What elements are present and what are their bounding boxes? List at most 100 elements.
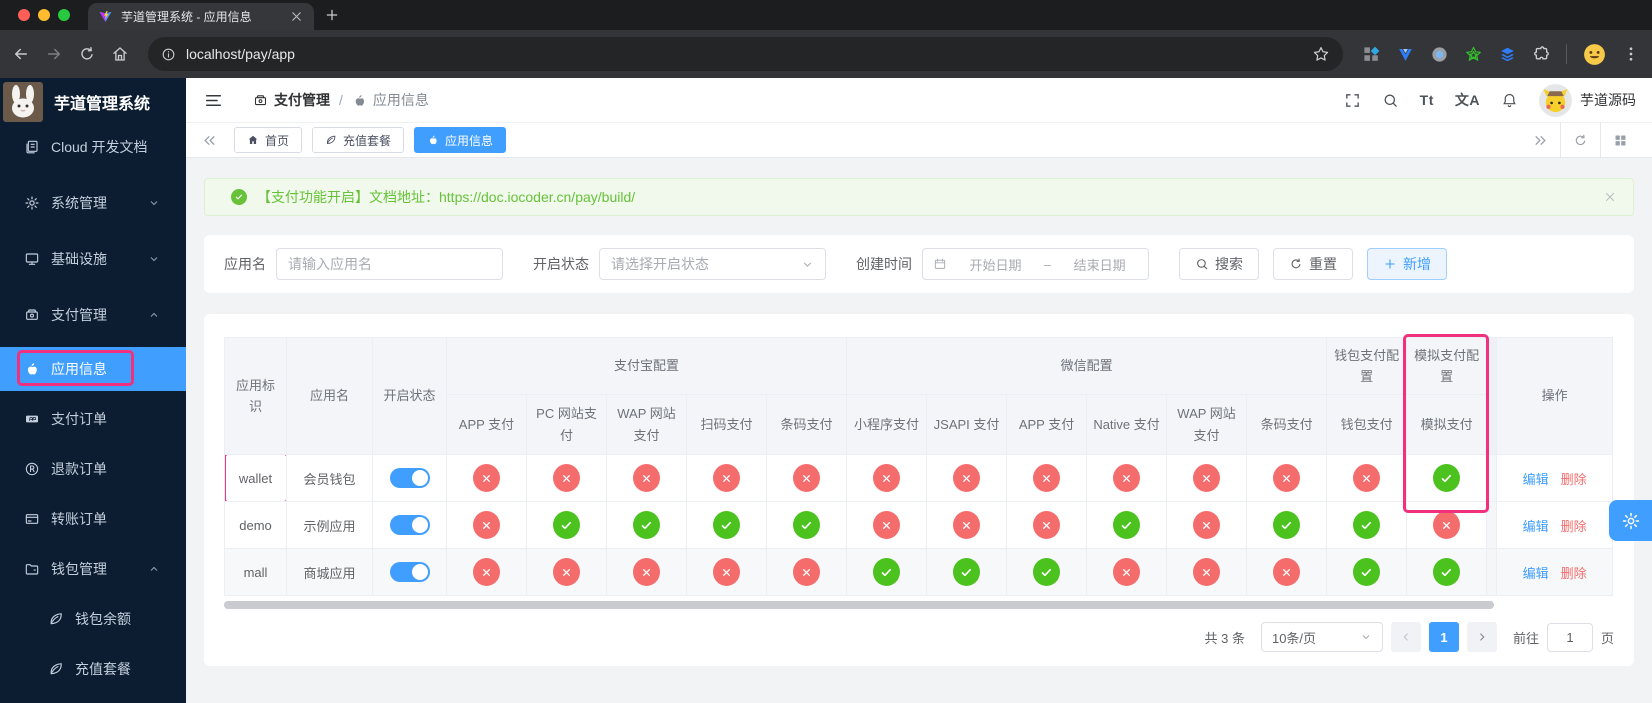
- tab-充值套餐[interactable]: 充值套餐: [312, 127, 404, 153]
- enabled-toggle[interactable]: [390, 515, 430, 535]
- tabs-scroll-left-icon[interactable]: [202, 133, 217, 148]
- search-icon[interactable]: [1382, 92, 1399, 109]
- card-icon: [24, 511, 40, 527]
- bookmark-icon[interactable]: [1312, 45, 1330, 63]
- sidebar-item-支付管理[interactable]: 支付管理: [0, 291, 186, 339]
- sidebar-item-钱包管理[interactable]: 钱包管理: [0, 547, 186, 591]
- breadcrumb-app-info[interactable]: 应用信息: [352, 90, 429, 110]
- main-area: 支付管理 / 应用信息 Tt 文A 芋道源码: [186, 78, 1652, 703]
- window-zoom-button[interactable]: [58, 9, 70, 21]
- tab-应用信息[interactable]: 应用信息: [414, 127, 506, 153]
- delete-link[interactable]: 删除: [1561, 566, 1587, 581]
- tab-首页[interactable]: 首页: [234, 127, 302, 153]
- browser-tab[interactable]: 芋道管理系统 - 应用信息: [88, 3, 314, 30]
- delete-link[interactable]: 删除: [1561, 472, 1587, 487]
- theme-settings-button[interactable]: [1609, 500, 1652, 541]
- cell-status: [687, 455, 767, 502]
- browser-profile-avatar[interactable]: [1582, 42, 1607, 67]
- status-enabled-icon: [1433, 464, 1460, 492]
- sidebar-item-系统管理[interactable]: 系统管理: [0, 179, 186, 227]
- sidebar-item-基础设施[interactable]: 基础设施: [0, 235, 186, 283]
- sidebar-item-支付订单[interactable]: 支付订单: [0, 397, 186, 441]
- extensions-menu-icon[interactable]: [1532, 45, 1551, 64]
- font-size-icon[interactable]: Tt: [1420, 92, 1434, 108]
- alert-close-icon[interactable]: [1603, 190, 1617, 204]
- status-enabled-icon: [633, 511, 660, 539]
- annotation-box-wallet-cell: [225, 455, 287, 502]
- app-name-input[interactable]: [276, 248, 503, 280]
- horizontal-scrollbar[interactable]: [224, 601, 1494, 609]
- table-vertical-scrollbar[interactable]: [1487, 338, 1497, 455]
- status-enabled-icon: [1433, 558, 1460, 586]
- app-logo[interactable]: 芋道管理系统: [0, 78, 186, 123]
- table-vertical-scrollbar[interactable]: [1487, 455, 1497, 502]
- breadcrumb: 支付管理 / 应用信息: [253, 90, 429, 110]
- edit-link[interactable]: 编辑: [1523, 566, 1549, 581]
- extension-pinia-icon[interactable]: [1464, 45, 1483, 64]
- tab-close-icon[interactable]: [289, 9, 304, 24]
- page-1-button[interactable]: 1: [1429, 622, 1459, 652]
- url-text[interactable]: localhost/pay/app: [186, 46, 1302, 62]
- reload-button[interactable]: [78, 45, 96, 63]
- sidebar-item-转账订单[interactable]: 转账订单: [0, 497, 186, 541]
- reset-button[interactable]: 重置: [1273, 248, 1353, 280]
- user-menu[interactable]: 芋道源码: [1539, 84, 1636, 117]
- chevron-up-icon: [148, 309, 160, 321]
- search-button[interactable]: 搜索: [1179, 248, 1259, 280]
- status-select[interactable]: 请选择开启状态: [599, 248, 826, 280]
- refresh-page-icon[interactable]: [1573, 133, 1588, 148]
- goto-page-input[interactable]: [1547, 623, 1593, 652]
- enabled-toggle[interactable]: [390, 562, 430, 582]
- collapse-sidebar-button[interactable]: [204, 91, 223, 110]
- sidebar-item-应用信息[interactable]: 应用信息: [0, 347, 186, 391]
- delete-link[interactable]: 删除: [1561, 519, 1587, 534]
- extension-circle-icon[interactable]: [1430, 45, 1449, 64]
- extension-layers-icon[interactable]: [1498, 45, 1517, 64]
- wallet-icon: [24, 561, 40, 577]
- status-enabled-icon: [1353, 511, 1380, 539]
- sidebar-item-充值套餐[interactable]: 充值套餐: [0, 647, 186, 691]
- browser-menu-icon[interactable]: [1622, 45, 1640, 63]
- new-tab-button[interactable]: [324, 7, 340, 23]
- tab-label: 充值套餐: [343, 132, 391, 149]
- prev-page-button[interactable]: [1391, 622, 1421, 652]
- address-bar[interactable]: localhost/pay/app: [148, 37, 1343, 71]
- edit-link[interactable]: 编辑: [1523, 519, 1549, 534]
- edit-link[interactable]: 编辑: [1523, 472, 1549, 487]
- cell-app-name: 商城应用: [287, 549, 373, 596]
- site-info-icon[interactable]: [161, 47, 176, 62]
- window-close-button[interactable]: [18, 9, 30, 21]
- table-vertical-scrollbar[interactable]: [1487, 502, 1497, 549]
- sidebar-item-退款订单[interactable]: 退款订单: [0, 447, 186, 491]
- status-enabled-icon: [1033, 558, 1060, 586]
- cell-status: [607, 549, 687, 596]
- cell-status: [1407, 455, 1487, 502]
- add-button[interactable]: 新增: [1367, 248, 1447, 280]
- registered-icon: [24, 461, 40, 477]
- tabs-scroll-right-icon[interactable]: [1533, 133, 1548, 148]
- search-form: 应用名 开启状态 请选择开启状态 创建时间: [204, 235, 1634, 293]
- date-range-picker[interactable]: 开始日期 – 结束日期: [922, 248, 1149, 280]
- sidebar-item-钱包余额[interactable]: 钱包余额: [0, 597, 186, 641]
- status-disabled-icon: [1193, 511, 1220, 539]
- enabled-toggle[interactable]: [390, 468, 430, 488]
- extension-vue-devtools-icon[interactable]: [1396, 45, 1415, 64]
- next-page-button[interactable]: [1467, 622, 1497, 652]
- fullscreen-icon[interactable]: [1344, 92, 1361, 109]
- cell-status: [447, 455, 527, 502]
- notification-bell-icon[interactable]: [1501, 92, 1518, 109]
- home-button[interactable]: [111, 45, 129, 63]
- sidebar-item-Cloud 开发文档[interactable]: Cloud 开发文档: [0, 123, 186, 171]
- breadcrumb-pay-management[interactable]: 支付管理: [253, 90, 330, 110]
- extension-grid-icon[interactable]: [1362, 45, 1381, 64]
- layout-grid-icon[interactable]: [1613, 133, 1628, 148]
- page-size-select[interactable]: 10条/页: [1261, 622, 1383, 652]
- table-vertical-scrollbar[interactable]: [1487, 549, 1497, 596]
- forward-button[interactable]: [45, 45, 63, 63]
- language-icon[interactable]: 文A: [1455, 90, 1480, 110]
- window-minimize-button[interactable]: [38, 9, 50, 21]
- back-button[interactable]: [12, 45, 30, 63]
- status-disabled-icon: [713, 558, 740, 586]
- column-subheader-扫码支付: 扫码支付: [687, 395, 767, 455]
- page-tabs: 首页 充值套餐 应用信息: [234, 127, 1521, 153]
